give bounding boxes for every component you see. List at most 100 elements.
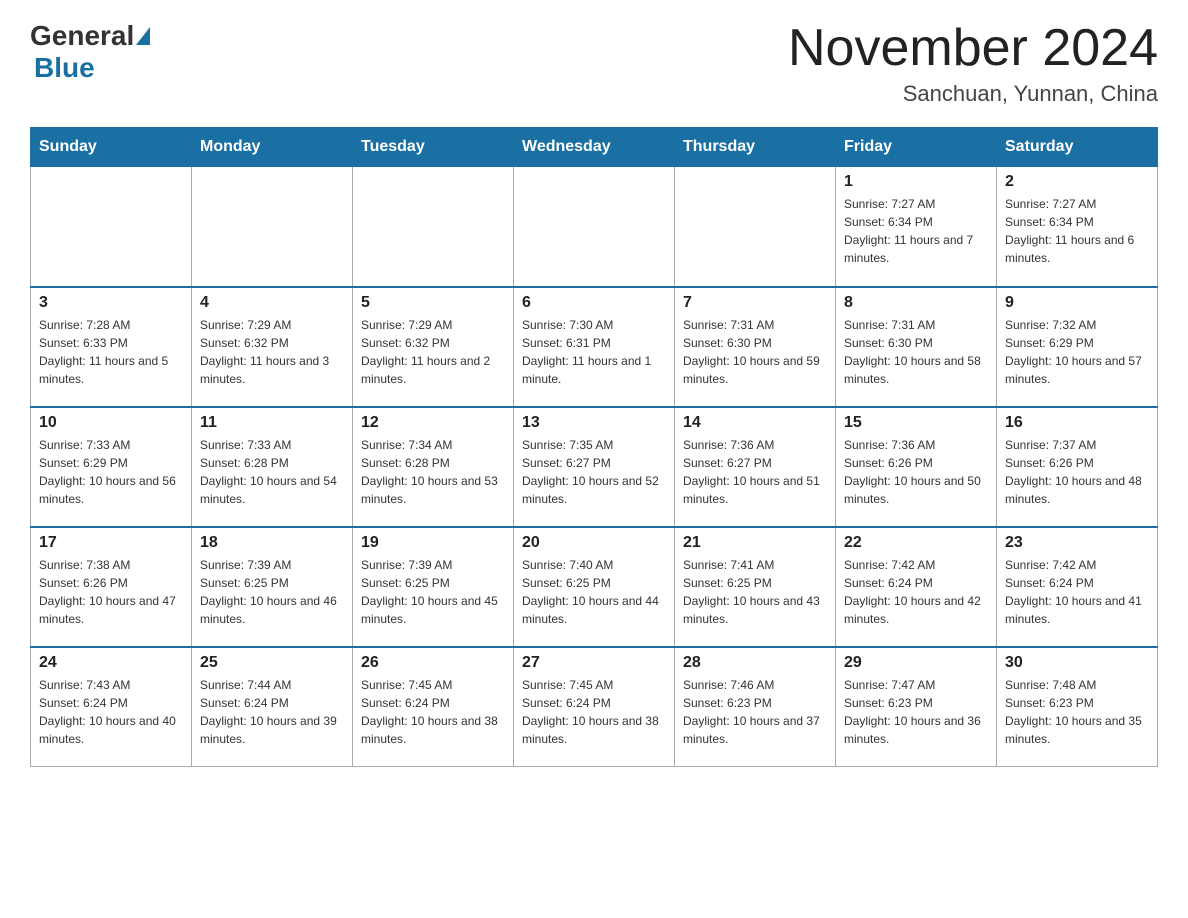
day-number: 17 xyxy=(39,534,183,552)
day-info: Sunrise: 7:33 AMSunset: 6:29 PMDaylight:… xyxy=(39,436,183,508)
calendar-cell: 2 Sunrise: 7:27 AMSunset: 6:34 PMDaylight… xyxy=(997,167,1158,287)
calendar-cell: 12Sunrise: 7:34 AMSunset: 6:28 PMDayligh… xyxy=(353,407,514,527)
calendar-cell: 7Sunrise: 7:31 AMSunset: 6:30 PMDaylight… xyxy=(675,287,836,407)
calendar-cell: 14 Sunrise: 7:36 AMSunset: 6:27 PMDayligh… xyxy=(675,407,836,527)
day-number: 14 xyxy=(683,414,827,432)
day-number: 20 xyxy=(522,534,666,552)
day-number: 10 xyxy=(39,414,183,432)
header-tuesday: Tuesday xyxy=(353,128,514,167)
day-info: Sunrise: 7:43 AMSunset: 6:24 PMDaylight:… xyxy=(39,676,183,748)
calendar-table: Sunday Monday Tuesday Wednesday Thursday… xyxy=(30,127,1158,767)
day-info: Sunrise: 7:37 AMSunset: 6:26 PMDaylight:… xyxy=(1005,436,1149,508)
day-info: Sunrise: 7:36 AMSunset: 6:26 PMDaylight:… xyxy=(844,436,988,508)
calendar-cell: 5 Sunrise: 7:29 AMSunset: 6:32 PMDaylight… xyxy=(353,287,514,407)
calendar-cell: 28 Sunrise: 7:46 AMSunset: 6:23 PMDayligh… xyxy=(675,647,836,767)
day-info: Sunrise: 7:36 AMSunset: 6:27 PMDaylight:… xyxy=(683,436,827,508)
weekday-header-row: Sunday Monday Tuesday Wednesday Thursday… xyxy=(31,128,1158,167)
day-number: 29 xyxy=(844,654,988,672)
location-title: Sanchuan, Yunnan, China xyxy=(788,81,1158,107)
calendar-cell: 18 Sunrise: 7:39 AMSunset: 6:25 PMDayligh… xyxy=(192,527,353,647)
day-info: Sunrise: 7:31 AMSunset: 6:30 PMDaylight:… xyxy=(844,316,988,388)
day-number: 3 xyxy=(39,294,183,312)
calendar-week-5: 24 Sunrise: 7:43 AMSunset: 6:24 PMDayligh… xyxy=(31,647,1158,767)
calendar-cell: 15Sunrise: 7:36 AMSunset: 6:26 PMDayligh… xyxy=(836,407,997,527)
calendar-cell: 27 Sunrise: 7:45 AMSunset: 6:24 PMDayligh… xyxy=(514,647,675,767)
day-info: Sunrise: 7:42 AMSunset: 6:24 PMDaylight:… xyxy=(1005,556,1149,628)
logo-blue: Blue xyxy=(34,52,95,83)
day-info: Sunrise: 7:47 AMSunset: 6:23 PMDaylight:… xyxy=(844,676,988,748)
day-info: Sunrise: 7:45 AMSunset: 6:24 PMDaylight:… xyxy=(361,676,505,748)
day-info: Sunrise: 7:30 AMSunset: 6:31 PMDaylight:… xyxy=(522,316,666,388)
month-title: November 2024 xyxy=(788,20,1158,77)
day-number: 13 xyxy=(522,414,666,432)
day-info: Sunrise: 7:45 AMSunset: 6:24 PMDaylight:… xyxy=(522,676,666,748)
logo-general: General xyxy=(30,20,134,52)
day-number: 11 xyxy=(200,414,344,432)
calendar-cell: 8Sunrise: 7:31 AMSunset: 6:30 PMDaylight… xyxy=(836,287,997,407)
calendar-cell: 13 Sunrise: 7:35 AMSunset: 6:27 PMDayligh… xyxy=(514,407,675,527)
calendar-cell: 9Sunrise: 7:32 AMSunset: 6:29 PMDaylight… xyxy=(997,287,1158,407)
calendar-cell xyxy=(353,167,514,287)
calendar-cell: 19 Sunrise: 7:39 AMSunset: 6:25 PMDayligh… xyxy=(353,527,514,647)
day-info: Sunrise: 7:29 AMSunset: 6:32 PMDaylight:… xyxy=(361,316,505,388)
calendar-cell: 11 Sunrise: 7:33 AMSunset: 6:28 PMDayligh… xyxy=(192,407,353,527)
day-info: Sunrise: 7:39 AMSunset: 6:25 PMDaylight:… xyxy=(200,556,344,628)
day-number: 28 xyxy=(683,654,827,672)
day-number: 30 xyxy=(1005,654,1149,672)
day-info: Sunrise: 7:32 AMSunset: 6:29 PMDaylight:… xyxy=(1005,316,1149,388)
day-number: 27 xyxy=(522,654,666,672)
day-info: Sunrise: 7:38 AMSunset: 6:26 PMDaylight:… xyxy=(39,556,183,628)
day-info: Sunrise: 7:27 AMSunset: 6:34 PMDaylight:… xyxy=(844,195,988,267)
day-number: 18 xyxy=(200,534,344,552)
day-number: 19 xyxy=(361,534,505,552)
calendar-cell: 6 Sunrise: 7:30 AMSunset: 6:31 PMDaylight… xyxy=(514,287,675,407)
calendar-cell xyxy=(675,167,836,287)
calendar-cell: 22Sunrise: 7:42 AMSunset: 6:24 PMDayligh… xyxy=(836,527,997,647)
calendar-cell: 20 Sunrise: 7:40 AMSunset: 6:25 PMDayligh… xyxy=(514,527,675,647)
day-number: 26 xyxy=(361,654,505,672)
day-info: Sunrise: 7:39 AMSunset: 6:25 PMDaylight:… xyxy=(361,556,505,628)
calendar-cell: 3 Sunrise: 7:28 AMSunset: 6:33 PMDaylight… xyxy=(31,287,192,407)
day-info: Sunrise: 7:35 AMSunset: 6:27 PMDaylight:… xyxy=(522,436,666,508)
day-number: 16 xyxy=(1005,414,1149,432)
day-info: Sunrise: 7:42 AMSunset: 6:24 PMDaylight:… xyxy=(844,556,988,628)
day-number: 12 xyxy=(361,414,505,432)
calendar-cell: 4Sunrise: 7:29 AMSunset: 6:32 PMDaylight… xyxy=(192,287,353,407)
day-number: 24 xyxy=(39,654,183,672)
day-info: Sunrise: 7:28 AMSunset: 6:33 PMDaylight:… xyxy=(39,316,183,388)
header-wednesday: Wednesday xyxy=(514,128,675,167)
day-number: 1 xyxy=(844,173,988,191)
title-section: November 2024 Sanchuan, Yunnan, China xyxy=(788,20,1158,107)
calendar-cell xyxy=(192,167,353,287)
day-number: 23 xyxy=(1005,534,1149,552)
header-monday: Monday xyxy=(192,128,353,167)
day-info: Sunrise: 7:41 AMSunset: 6:25 PMDaylight:… xyxy=(683,556,827,628)
day-info: Sunrise: 7:40 AMSunset: 6:25 PMDaylight:… xyxy=(522,556,666,628)
day-number: 6 xyxy=(522,294,666,312)
calendar-week-1: 1 Sunrise: 7:27 AMSunset: 6:34 PMDaylight… xyxy=(31,167,1158,287)
day-info: Sunrise: 7:46 AMSunset: 6:23 PMDaylight:… xyxy=(683,676,827,748)
header-sunday: Sunday xyxy=(31,128,192,167)
day-info: Sunrise: 7:27 AMSunset: 6:34 PMDaylight:… xyxy=(1005,195,1149,267)
header-thursday: Thursday xyxy=(675,128,836,167)
calendar-week-4: 17 Sunrise: 7:38 AMSunset: 6:26 PMDayligh… xyxy=(31,527,1158,647)
calendar-cell: 1 Sunrise: 7:27 AMSunset: 6:34 PMDaylight… xyxy=(836,167,997,287)
day-info: Sunrise: 7:29 AMSunset: 6:32 PMDaylight:… xyxy=(200,316,344,388)
logo: General Blue xyxy=(30,20,152,84)
day-number: 21 xyxy=(683,534,827,552)
day-info: Sunrise: 7:33 AMSunset: 6:28 PMDaylight:… xyxy=(200,436,344,508)
calendar-cell: 21 Sunrise: 7:41 AMSunset: 6:25 PMDayligh… xyxy=(675,527,836,647)
day-info: Sunrise: 7:48 AMSunset: 6:23 PMDaylight:… xyxy=(1005,676,1149,748)
calendar-cell: 25Sunrise: 7:44 AMSunset: 6:24 PMDayligh… xyxy=(192,647,353,767)
calendar-cell: 17 Sunrise: 7:38 AMSunset: 6:26 PMDayligh… xyxy=(31,527,192,647)
calendar-cell: 10 Sunrise: 7:33 AMSunset: 6:29 PMDayligh… xyxy=(31,407,192,527)
day-number: 2 xyxy=(1005,173,1149,191)
header-friday: Friday xyxy=(836,128,997,167)
day-number: 5 xyxy=(361,294,505,312)
page-header: General Blue November 2024 Sanchuan, Yun… xyxy=(30,20,1158,107)
calendar-cell xyxy=(514,167,675,287)
calendar-cell: 26 Sunrise: 7:45 AMSunset: 6:24 PMDayligh… xyxy=(353,647,514,767)
calendar-cell: 23 Sunrise: 7:42 AMSunset: 6:24 PMDayligh… xyxy=(997,527,1158,647)
calendar-cell xyxy=(31,167,192,287)
calendar-cell: 30 Sunrise: 7:48 AMSunset: 6:23 PMDayligh… xyxy=(997,647,1158,767)
